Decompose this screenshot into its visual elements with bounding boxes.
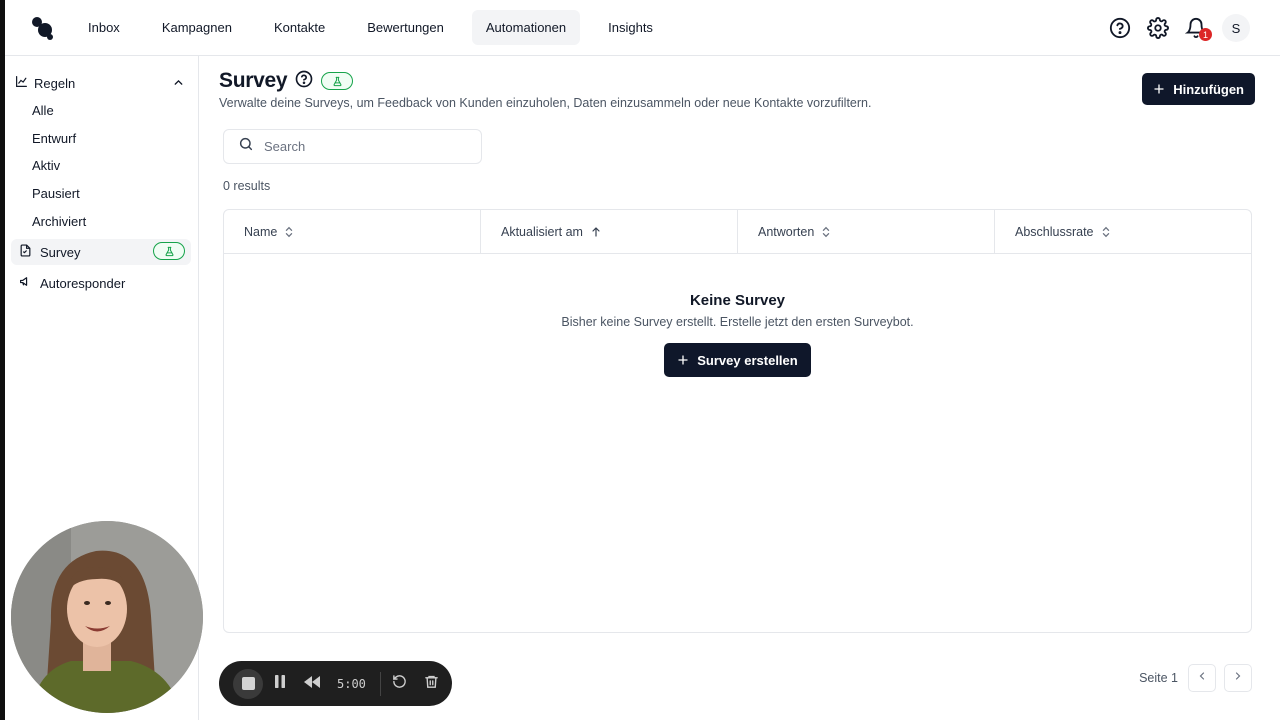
column-label: Name bbox=[244, 224, 278, 239]
search-box bbox=[223, 129, 482, 164]
main-content: Survey Verwalte deine Surveys, um Feedba… bbox=[199, 56, 1280, 720]
page-subtitle: Verwalte deine Surveys, um Feedback von … bbox=[219, 96, 872, 110]
notification-badge: 1 bbox=[1199, 28, 1212, 41]
column-header-name[interactable]: Name bbox=[224, 210, 481, 253]
search-icon bbox=[238, 136, 254, 157]
recording-timer: 5:00 bbox=[337, 676, 366, 691]
stop-icon bbox=[241, 677, 255, 690]
megaphone-icon bbox=[19, 275, 32, 291]
help-icon[interactable] bbox=[1108, 12, 1132, 44]
pause-button[interactable] bbox=[265, 669, 295, 699]
empty-state-title: Keine Survey bbox=[689, 292, 786, 309]
bell-icon[interactable]: 1 bbox=[1184, 12, 1212, 44]
chart-line-icon bbox=[15, 75, 28, 91]
document-icon bbox=[19, 244, 32, 260]
sidebar-group-label: Regeln bbox=[34, 75, 76, 91]
sidebar-item-entwurf[interactable]: Entwurf bbox=[32, 131, 76, 146]
sidebar-item-aktiv[interactable]: Aktiv bbox=[32, 158, 60, 173]
sidebar-group-regeln[interactable]: Regeln bbox=[15, 72, 189, 94]
sort-icon bbox=[821, 226, 831, 238]
survey-table: Name Aktualisiert am Antworten Abschluss… bbox=[223, 209, 1252, 633]
column-label: Antworten bbox=[758, 224, 815, 239]
sidebar-item-alle[interactable]: Alle bbox=[32, 103, 54, 118]
divider bbox=[379, 671, 381, 696]
next-page-button[interactable] bbox=[1224, 664, 1252, 692]
main-nav: Inbox Kampagnen Kontakte Bewertungen Aut… bbox=[74, 10, 675, 45]
title-row: Survey bbox=[219, 69, 354, 93]
add-button-label: Hinzufügen bbox=[1173, 81, 1244, 97]
column-label: Aktualisiert am bbox=[501, 224, 583, 239]
empty-state: Keine Survey Bisher keine Survey erstell… bbox=[224, 292, 1251, 377]
pause-icon bbox=[274, 674, 286, 693]
top-actions: 1 S bbox=[1108, 12, 1250, 44]
beta-flask-badge bbox=[321, 72, 354, 90]
page-label: Seite 1 bbox=[1139, 671, 1178, 685]
table-header: Name Aktualisiert am Antworten Abschluss… bbox=[224, 210, 1251, 254]
chevron-up-icon[interactable] bbox=[172, 76, 185, 92]
column-header-aktualisiert[interactable]: Aktualisiert am bbox=[481, 210, 738, 253]
sidebar-item-survey[interactable]: Survey bbox=[11, 239, 191, 265]
plus-icon bbox=[677, 354, 689, 366]
search-input[interactable] bbox=[264, 139, 464, 154]
create-survey-button[interactable]: Survey erstellen bbox=[664, 343, 811, 377]
empty-state-description: Bisher keine Survey erstellt. Erstelle j… bbox=[561, 315, 914, 329]
user-avatar[interactable]: S bbox=[1222, 14, 1250, 42]
webcam-overlay[interactable] bbox=[11, 521, 203, 713]
column-label: Abschlussrate bbox=[1015, 224, 1094, 239]
rewind-button[interactable] bbox=[297, 669, 327, 699]
sidebar-item-label: Autoresponder bbox=[40, 275, 126, 291]
results-count: 0 results bbox=[223, 179, 271, 193]
sidebar-item-label: Survey bbox=[40, 244, 81, 260]
nav-item-insights[interactable]: Insights bbox=[594, 10, 667, 45]
sort-icon bbox=[1101, 226, 1111, 238]
top-navigation: Inbox Kampagnen Kontakte Bewertungen Aut… bbox=[5, 0, 1280, 56]
sort-icon bbox=[284, 226, 294, 238]
sidebar-item-archiviert[interactable]: Archiviert bbox=[32, 214, 86, 229]
sidebar-item-pausiert[interactable]: Pausiert bbox=[32, 186, 80, 201]
column-header-abschlussrate[interactable]: Abschlussrate bbox=[995, 210, 1251, 253]
sidebar-item-autoresponder[interactable]: Autoresponder bbox=[11, 270, 191, 296]
webcam-person-image bbox=[11, 521, 203, 713]
column-header-antworten[interactable]: Antworten bbox=[738, 210, 995, 253]
chevron-right-icon bbox=[1232, 669, 1244, 687]
page-title: Survey bbox=[219, 69, 288, 92]
arrow-up-icon bbox=[590, 226, 602, 238]
beta-flask-badge bbox=[153, 242, 185, 260]
rewind-icon bbox=[303, 675, 321, 693]
add-button[interactable]: Hinzufügen bbox=[1142, 73, 1255, 105]
nav-item-kontakte[interactable]: Kontakte bbox=[260, 10, 339, 45]
brand-logo-icon[interactable] bbox=[31, 16, 55, 40]
nav-item-automationen[interactable]: Automationen bbox=[471, 10, 581, 45]
plus-icon bbox=[1153, 83, 1165, 95]
create-survey-label: Survey erstellen bbox=[697, 352, 798, 368]
chevron-left-icon bbox=[1196, 669, 1208, 687]
delete-button[interactable] bbox=[417, 669, 447, 699]
pagination: Seite 1 bbox=[1139, 664, 1252, 692]
nav-item-kampagnen[interactable]: Kampagnen bbox=[148, 10, 246, 45]
recording-controls: 5:00 bbox=[219, 661, 452, 706]
nav-item-inbox[interactable]: Inbox bbox=[74, 10, 134, 45]
restart-icon bbox=[392, 674, 407, 694]
nav-item-bewertungen[interactable]: Bewertungen bbox=[353, 10, 458, 45]
gear-icon[interactable] bbox=[1146, 12, 1170, 44]
restart-button[interactable] bbox=[385, 669, 415, 699]
trash-icon bbox=[424, 674, 439, 694]
previous-page-button[interactable] bbox=[1188, 664, 1216, 692]
stop-recording-button[interactable] bbox=[233, 668, 263, 699]
help-circle-icon[interactable] bbox=[295, 70, 313, 93]
